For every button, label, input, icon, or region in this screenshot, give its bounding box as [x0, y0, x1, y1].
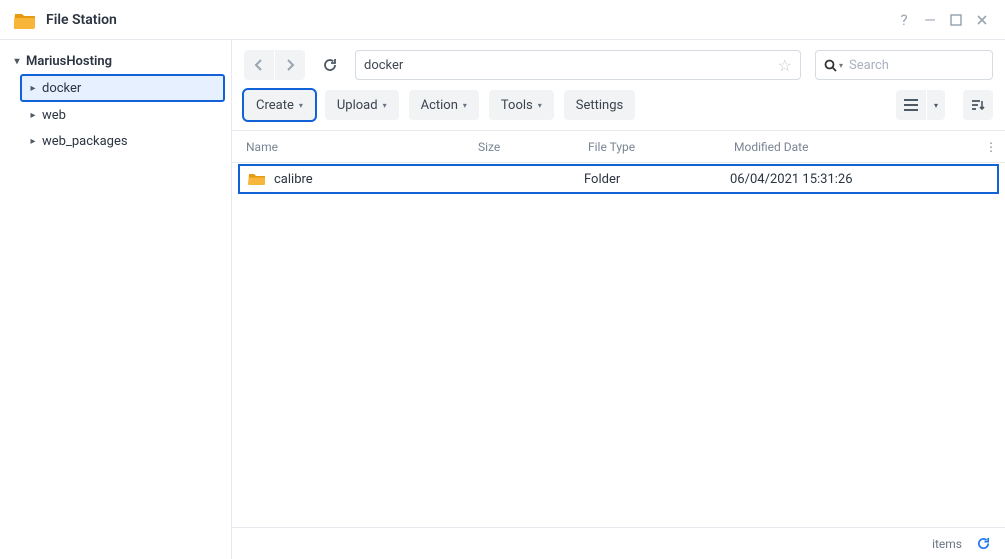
close-button[interactable]: [969, 7, 995, 33]
settings-button[interactable]: Settings: [564, 90, 635, 120]
tree-item-label: web_packages: [42, 134, 128, 149]
search-icon: [824, 59, 837, 72]
path-input[interactable]: [364, 58, 778, 73]
col-size[interactable]: Size: [464, 140, 574, 154]
view-mode-dropdown[interactable]: ▾: [927, 90, 945, 120]
path-toolbar: ☆ ▾: [232, 40, 1005, 86]
file-table: Name Size File Type Modified Date ⋮ cali…: [232, 130, 1005, 527]
help-button[interactable]: ?: [891, 7, 917, 33]
tree-item-label: web: [42, 108, 66, 123]
caret-down-icon: ▾: [383, 101, 387, 110]
caret-down-icon: ▾: [463, 101, 467, 110]
table-header: Name Size File Type Modified Date ⋮: [232, 131, 1005, 163]
tree-item-label: docker: [42, 81, 81, 96]
search-box[interactable]: ▾: [815, 50, 993, 80]
search-dropdown-caret-icon[interactable]: ▾: [839, 61, 843, 70]
tools-button[interactable]: Tools ▾: [489, 90, 554, 120]
upload-button[interactable]: Upload ▾: [325, 90, 399, 120]
path-box[interactable]: ☆: [355, 50, 801, 80]
reload-button[interactable]: [315, 50, 345, 80]
row-name: calibre: [274, 172, 313, 187]
status-bar: items: [232, 527, 1005, 559]
chevron-right-icon: ▸: [26, 136, 40, 147]
chevron-right-icon: ▸: [26, 110, 40, 121]
app-folder-icon: [14, 11, 36, 29]
action-label: Action: [421, 98, 458, 113]
create-label: Create: [256, 98, 294, 113]
minimize-button[interactable]: —: [917, 7, 943, 33]
upload-label: Upload: [337, 98, 378, 113]
titlebar: File Station ? —: [0, 0, 1005, 40]
nav-back-button[interactable]: [244, 50, 274, 80]
columns-more-button[interactable]: ⋮: [977, 140, 1005, 154]
view-mode-group: ▾: [896, 90, 945, 120]
search-input[interactable]: [849, 58, 1005, 73]
nav-forward-button[interactable]: [275, 50, 305, 80]
row-type: Folder: [576, 172, 722, 187]
col-name[interactable]: Name: [232, 140, 464, 154]
tree-item-web-packages[interactable]: ▸ web_packages: [20, 128, 225, 154]
row-date: 06/04/2021 15:31:26: [722, 172, 997, 187]
col-type[interactable]: File Type: [574, 140, 720, 154]
chevron-right-icon: ▸: [26, 83, 40, 94]
tree-item-docker[interactable]: ▸ docker: [20, 74, 225, 102]
tree-item-web[interactable]: ▸ web: [20, 102, 225, 128]
create-button[interactable]: Create ▾: [244, 90, 315, 120]
table-row[interactable]: calibre Folder 06/04/2021 15:31:26: [238, 164, 999, 194]
tree-root[interactable]: ▾ MariusHosting: [4, 48, 225, 74]
action-button[interactable]: Action ▾: [409, 90, 479, 120]
caret-down-icon: ▾: [299, 101, 303, 110]
main-area: ▾ MariusHosting ▸ docker ▸ web ▸ web_pac…: [0, 40, 1005, 559]
maximize-button[interactable]: [943, 7, 969, 33]
favorite-star-icon[interactable]: ☆: [778, 56, 792, 75]
content-pane: ☆ ▾ Create ▾ Upload ▾ Action ▾ Tools ▾: [232, 40, 1005, 559]
folder-icon: [248, 172, 266, 186]
action-toolbar: Create ▾ Upload ▾ Action ▾ Tools ▾ Settings: [232, 86, 1005, 130]
sidebar: ▾ MariusHosting ▸ docker ▸ web ▸ web_pac…: [0, 40, 232, 559]
view-list-button[interactable]: [896, 90, 926, 120]
chevron-down-icon: ▾: [10, 56, 24, 67]
tree-root-label: MariusHosting: [26, 54, 112, 69]
sort-button[interactable]: [963, 90, 993, 120]
tools-label: Tools: [501, 98, 533, 113]
status-refresh-button[interactable]: [976, 536, 991, 551]
nav-group: [244, 50, 305, 80]
items-label: items: [932, 537, 962, 551]
col-date[interactable]: Modified Date: [720, 140, 977, 154]
caret-down-icon: ▾: [538, 101, 542, 110]
settings-label: Settings: [576, 98, 623, 113]
app-title: File Station: [46, 12, 117, 28]
